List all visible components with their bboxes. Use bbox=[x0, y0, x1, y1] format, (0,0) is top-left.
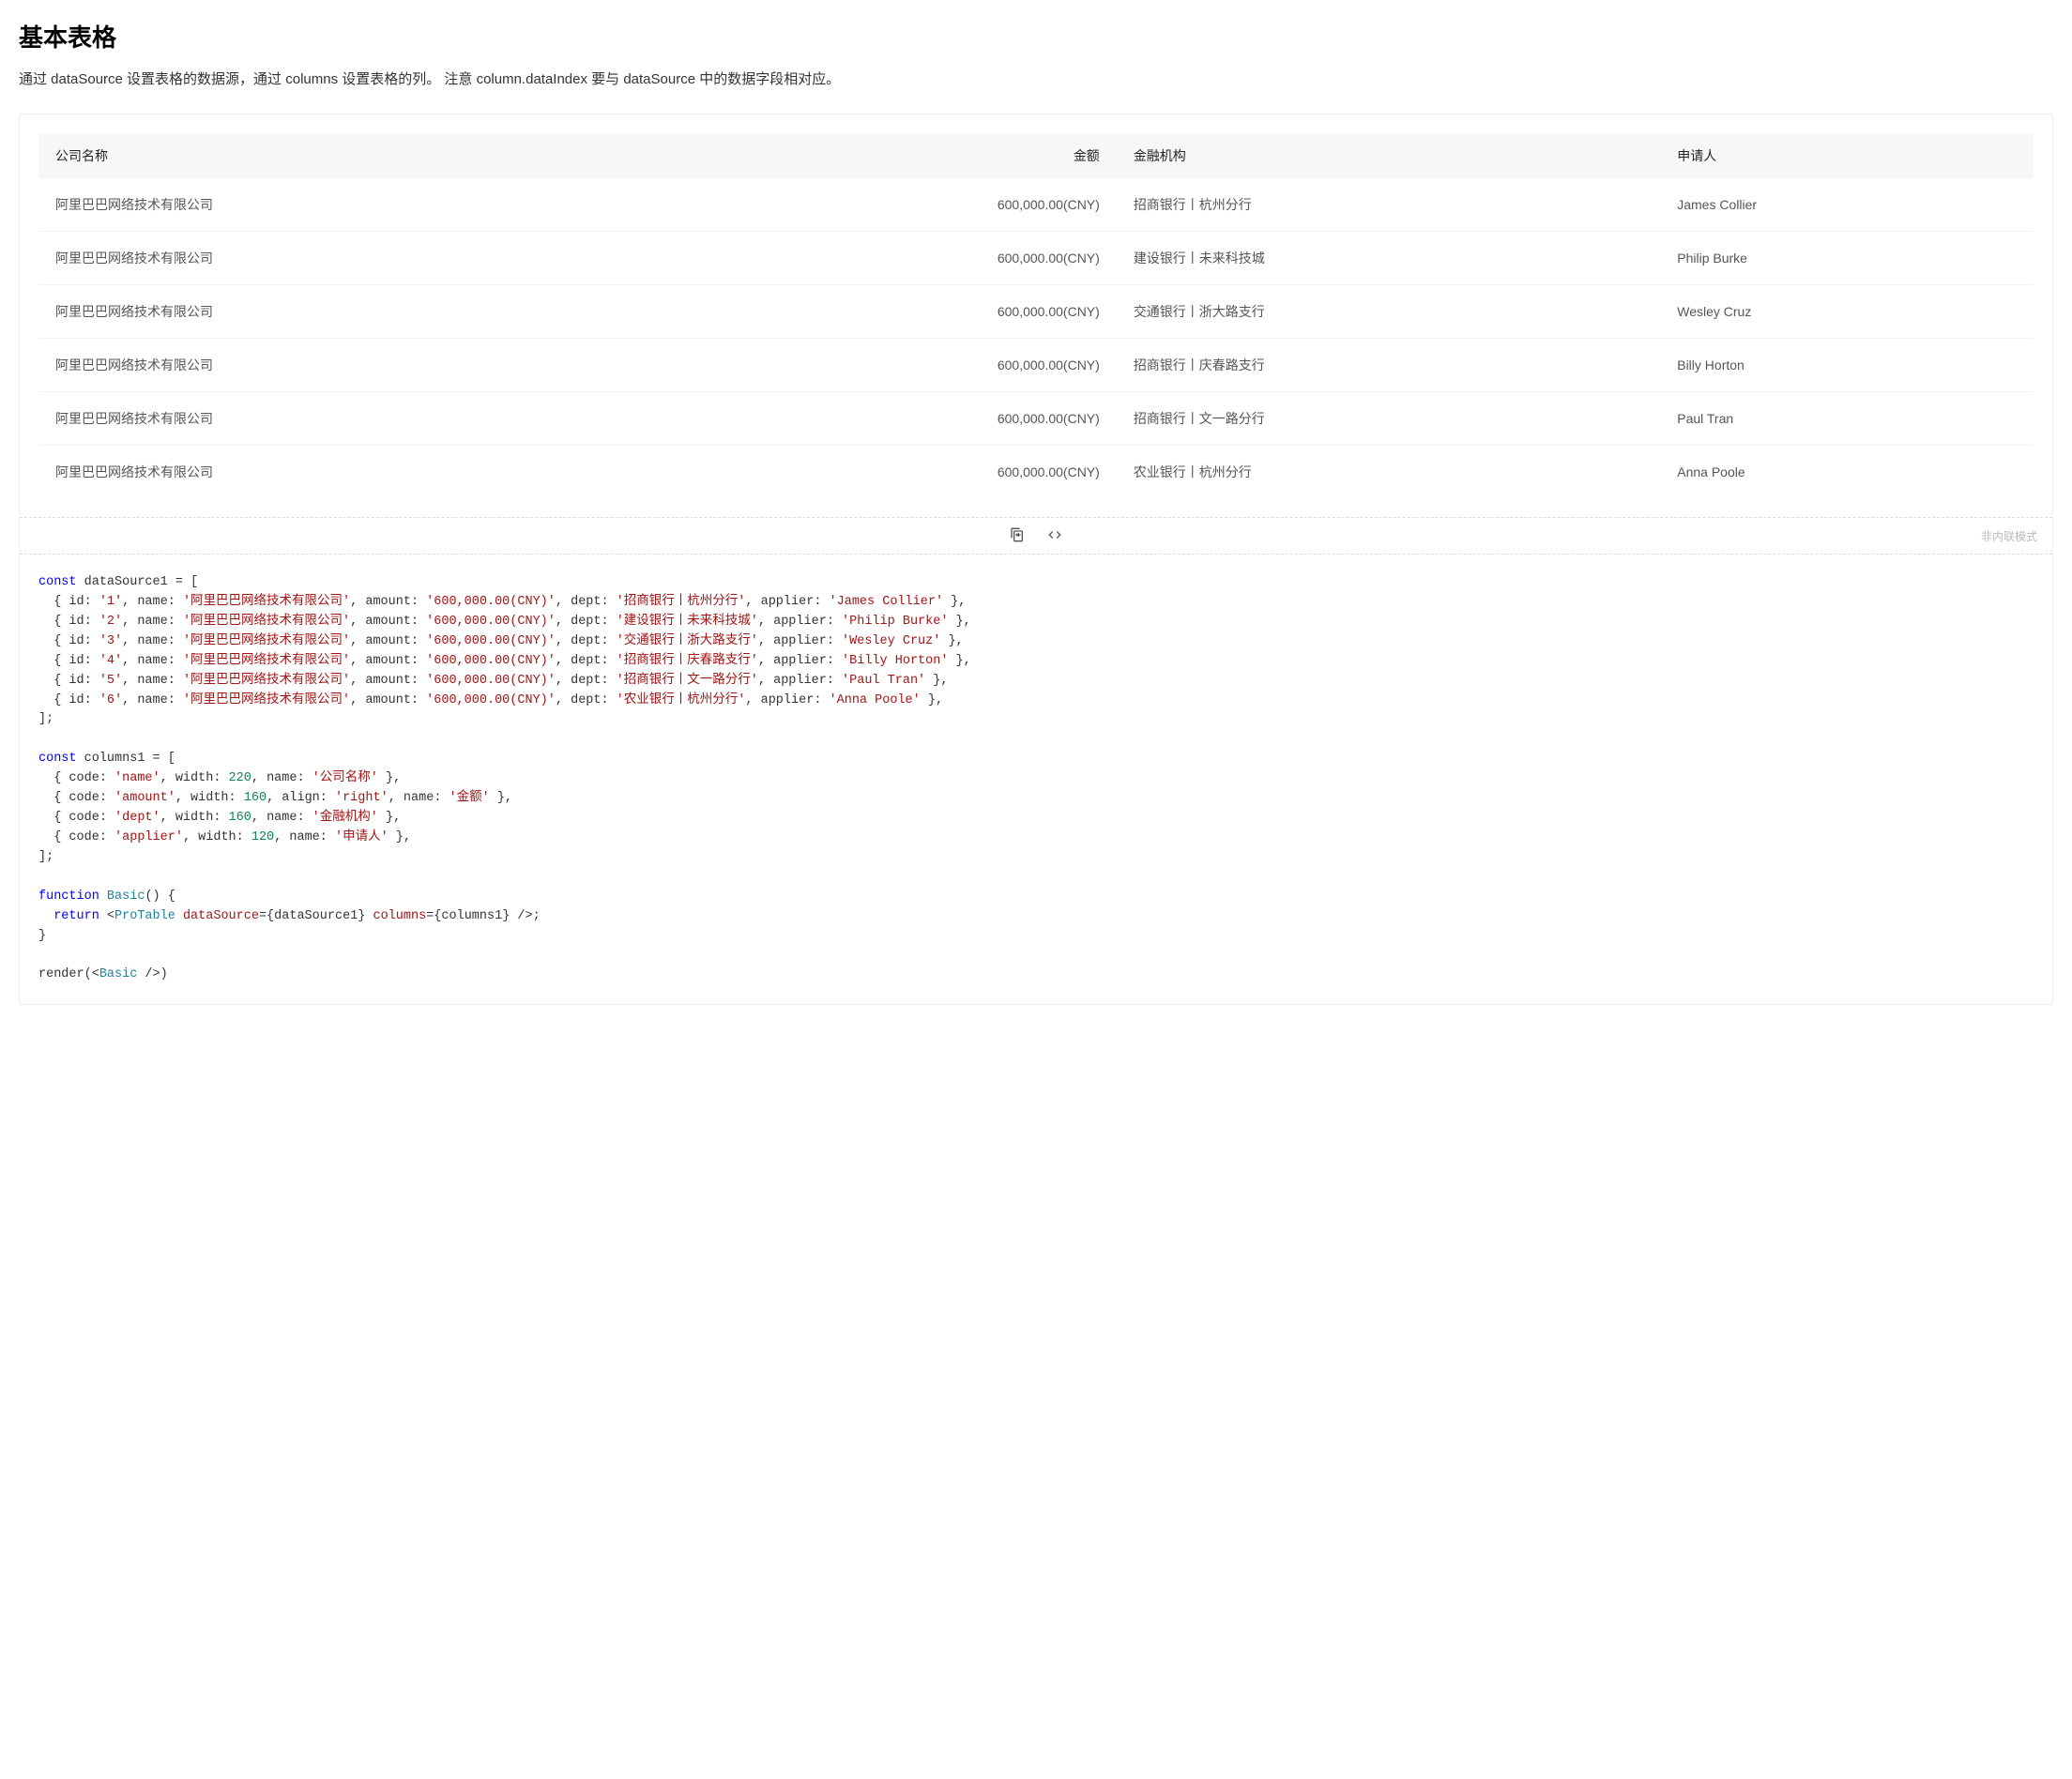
cell-dept: 招商银行丨文一路分行 bbox=[1117, 392, 1660, 446]
copy-icon[interactable] bbox=[1010, 527, 1025, 545]
cell-name: 阿里巴巴网络技术有限公司 bbox=[38, 446, 669, 499]
cell-amount: 600,000.00(CNY) bbox=[669, 392, 1117, 446]
example-toolbar: 非内联模式 bbox=[20, 517, 2052, 555]
cell-applier: Wesley Cruz bbox=[1660, 285, 2034, 339]
code-icon[interactable] bbox=[1047, 527, 1062, 545]
cell-applier: James Collier bbox=[1660, 178, 2034, 232]
table-row: 阿里巴巴网络技术有限公司600,000.00(CNY)招商银行丨庆春路支行Bil… bbox=[38, 339, 2034, 392]
page-title: 基本表格 bbox=[19, 19, 2053, 53]
col-header-name: 公司名称 bbox=[38, 133, 669, 178]
cell-applier: Paul Tran bbox=[1660, 392, 2034, 446]
cell-name: 阿里巴巴网络技术有限公司 bbox=[38, 178, 669, 232]
table-row: 阿里巴巴网络技术有限公司600,000.00(CNY)农业银行丨杭州分行Anna… bbox=[38, 446, 2034, 499]
cell-name: 阿里巴巴网络技术有限公司 bbox=[38, 339, 669, 392]
page-description: 通过 dataSource 设置表格的数据源，通过 columns 设置表格的列… bbox=[19, 68, 2053, 91]
cell-name: 阿里巴巴网络技术有限公司 bbox=[38, 285, 669, 339]
cell-dept: 农业银行丨杭州分行 bbox=[1117, 446, 1660, 499]
cell-applier: Billy Horton bbox=[1660, 339, 2034, 392]
cell-dept: 建设银行丨未来科技城 bbox=[1117, 232, 1660, 285]
table-row: 阿里巴巴网络技术有限公司600,000.00(CNY)建设银行丨未来科技城Phi… bbox=[38, 232, 2034, 285]
cell-amount: 600,000.00(CNY) bbox=[669, 339, 1117, 392]
basic-table: 公司名称 金额 金融机构 申请人 阿里巴巴网络技术有限公司600,000.00(… bbox=[38, 133, 2034, 498]
cell-name: 阿里巴巴网络技术有限公司 bbox=[38, 392, 669, 446]
table-row: 阿里巴巴网络技术有限公司600,000.00(CNY)招商银行丨文一路分行Pau… bbox=[38, 392, 2034, 446]
table-row: 阿里巴巴网络技术有限公司600,000.00(CNY)交通银行丨浙大路支行Wes… bbox=[38, 285, 2034, 339]
code-block: const dataSource1 = [ { id: '1', name: '… bbox=[20, 555, 2052, 1004]
cell-applier: Philip Burke bbox=[1660, 232, 2034, 285]
cell-dept: 招商银行丨杭州分行 bbox=[1117, 178, 1660, 232]
cell-dept: 交通银行丨浙大路支行 bbox=[1117, 285, 1660, 339]
col-header-applier: 申请人 bbox=[1660, 133, 2034, 178]
cell-amount: 600,000.00(CNY) bbox=[669, 178, 1117, 232]
cell-name: 阿里巴巴网络技术有限公司 bbox=[38, 232, 669, 285]
cell-amount: 600,000.00(CNY) bbox=[669, 446, 1117, 499]
example-box: 公司名称 金额 金融机构 申请人 阿里巴巴网络技术有限公司600,000.00(… bbox=[19, 114, 2053, 1005]
mode-label: 非内联模式 bbox=[1981, 528, 2037, 544]
table-header-row: 公司名称 金额 金融机构 申请人 bbox=[38, 133, 2034, 178]
cell-amount: 600,000.00(CNY) bbox=[669, 285, 1117, 339]
table-row: 阿里巴巴网络技术有限公司600,000.00(CNY)招商银行丨杭州分行Jame… bbox=[38, 178, 2034, 232]
cell-amount: 600,000.00(CNY) bbox=[669, 232, 1117, 285]
cell-dept: 招商银行丨庆春路支行 bbox=[1117, 339, 1660, 392]
cell-applier: Anna Poole bbox=[1660, 446, 2034, 499]
example-demo: 公司名称 金额 金融机构 申请人 阿里巴巴网络技术有限公司600,000.00(… bbox=[20, 114, 2052, 517]
col-header-dept: 金融机构 bbox=[1117, 133, 1660, 178]
col-header-amount: 金额 bbox=[669, 133, 1117, 178]
